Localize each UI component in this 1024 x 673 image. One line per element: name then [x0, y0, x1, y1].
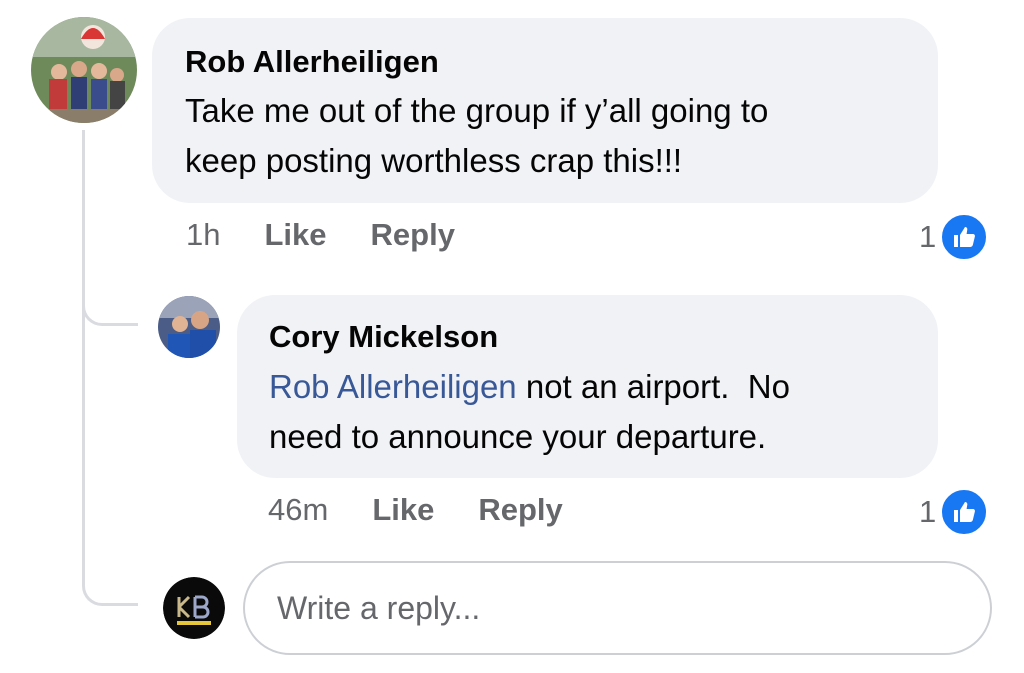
- reply-text-line-2: need to announce your departure.: [269, 418, 767, 455]
- reply-timestamp[interactable]: 46m: [268, 492, 328, 528]
- avatar-current-user[interactable]: [163, 577, 225, 639]
- thread-connector-line: [82, 130, 138, 606]
- write-reply-placeholder: Write a reply...: [277, 589, 481, 626]
- reply-branch-line: [82, 270, 138, 326]
- thumbs-up-icon: [940, 488, 989, 536]
- reply-like-button[interactable]: Like: [372, 492, 434, 528]
- comment-reaction-count[interactable]: 1: [919, 213, 989, 261]
- comment-bubble: Rob Allerheiligen Take me out of the gro…: [152, 18, 938, 203]
- reply-text-line-1: Rob Allerheiligen not an airport. No: [269, 362, 790, 412]
- reply-reply-button[interactable]: Reply: [478, 492, 562, 528]
- kb-logo-icon: [163, 577, 225, 639]
- comment-text-line-2: keep posting worthless crap this!!!: [185, 142, 683, 179]
- write-reply-input[interactable]: Write a reply...: [243, 561, 992, 655]
- avatar-cory[interactable]: [158, 296, 220, 358]
- comment-reply-button[interactable]: Reply: [371, 217, 455, 253]
- reply-mention-link[interactable]: Rob Allerheiligen: [269, 368, 517, 405]
- comment-author[interactable]: Rob Allerheiligen: [185, 44, 439, 80]
- reply-bubble: Cory Mickelson Rob Allerheiligen not an …: [237, 295, 938, 478]
- avatar-rob-photo: [31, 17, 137, 123]
- thumbs-up-icon: [940, 213, 989, 261]
- reply-reaction-count[interactable]: 1: [919, 488, 989, 536]
- comment-like-button[interactable]: Like: [264, 217, 326, 253]
- avatar-cory-photo: [158, 296, 220, 358]
- reply-text-line-1-rest: not an airport. No: [516, 368, 790, 405]
- avatar-rob[interactable]: [31, 17, 137, 123]
- reply-actions: 46m Like Reply: [268, 492, 607, 528]
- comment-actions: 1h Like Reply: [186, 217, 499, 253]
- comment-like-count: 1: [919, 219, 937, 254]
- reply-author[interactable]: Cory Mickelson: [269, 319, 498, 355]
- comment-timestamp[interactable]: 1h: [186, 217, 220, 253]
- reply-like-count: 1: [919, 494, 937, 529]
- comment-text-line-1: Take me out of the group if y’all going …: [185, 92, 769, 129]
